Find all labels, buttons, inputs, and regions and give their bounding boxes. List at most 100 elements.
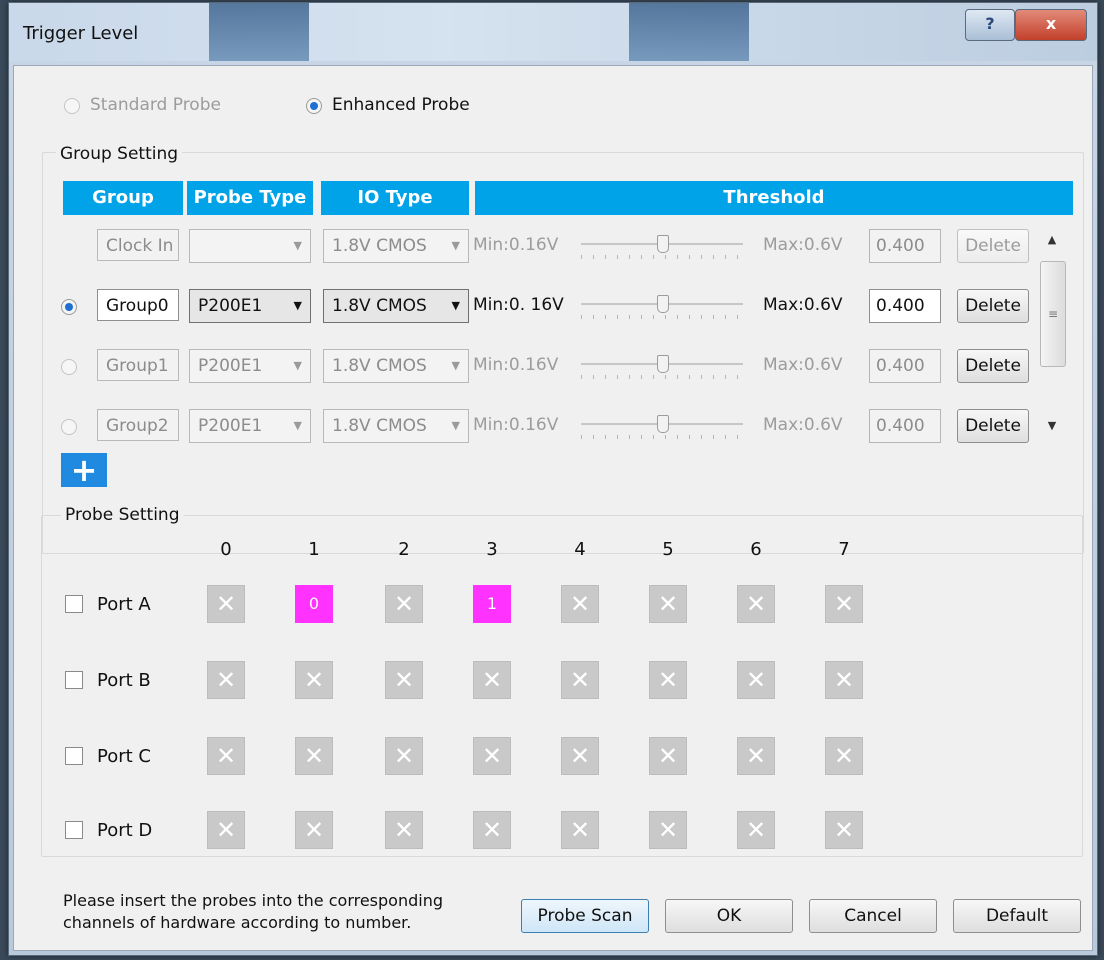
- channel-unassigned[interactable]: ✕: [207, 661, 245, 699]
- delete-group-button[interactable]: Delete: [957, 229, 1029, 263]
- titlebar-decoration: [629, 3, 749, 61]
- slider-thumb-wrap[interactable]: [657, 293, 669, 323]
- group-name-field[interactable]: Group1: [97, 349, 179, 381]
- channel-unassigned[interactable]: ✕: [473, 811, 511, 849]
- delete-group-button[interactable]: Delete: [957, 409, 1029, 443]
- slider-thumb-wrap[interactable]: [657, 233, 669, 263]
- io-type-select[interactable]: 1.8V CMOS ▼: [323, 289, 469, 323]
- close-button[interactable]: x: [1015, 9, 1087, 41]
- io-type-select[interactable]: 1.8V CMOS ▼: [323, 229, 469, 263]
- port-label: Port D: [97, 820, 153, 841]
- group-scrollbar[interactable]: ▲ ≡ ▼: [1037, 231, 1067, 441]
- channel-unassigned[interactable]: ✕: [207, 737, 245, 775]
- io-type-select[interactable]: 1.8V CMOS ▼: [323, 349, 469, 383]
- channel-unassigned[interactable]: ✕: [649, 661, 687, 699]
- channel-unassigned[interactable]: ✕: [295, 737, 333, 775]
- slider-thumb[interactable]: [657, 295, 669, 313]
- threshold-value-input[interactable]: 0.400: [869, 229, 941, 263]
- channel-column-number: 1: [308, 539, 320, 560]
- enhanced-probe-label: Enhanced Probe: [332, 95, 470, 115]
- threshold-value-input[interactable]: 0.400: [869, 349, 941, 383]
- channel-unassigned[interactable]: ✕: [825, 737, 863, 775]
- scrollbar-thumb[interactable]: ≡: [1040, 261, 1066, 367]
- channel-unassigned[interactable]: ✕: [825, 585, 863, 623]
- threshold-value-input[interactable]: 0.400: [869, 289, 941, 323]
- probe-type-select[interactable]: P200E1 ▼: [189, 289, 311, 323]
- channel-unassigned[interactable]: ✕: [207, 585, 245, 623]
- delete-group-button[interactable]: Delete: [957, 289, 1029, 323]
- threshold-min-label: Min:0.16V: [473, 235, 559, 255]
- chevron-down-icon: ▼: [451, 239, 460, 252]
- group-name-field[interactable]: Group0: [97, 289, 179, 321]
- trigger-level-dialog: Trigger Level ? x Standard Probe Enhance…: [8, 2, 1098, 956]
- chevron-down-icon: ▼: [293, 419, 302, 432]
- probe-type-value: P200E1: [198, 296, 263, 316]
- delete-group-button[interactable]: Delete: [957, 349, 1029, 383]
- channel-unassigned[interactable]: ✕: [385, 737, 423, 775]
- channel-assigned[interactable]: 1: [473, 585, 511, 623]
- channel-unassigned[interactable]: ✕: [737, 737, 775, 775]
- channel-unassigned[interactable]: ✕: [825, 811, 863, 849]
- channel-unassigned[interactable]: ✕: [295, 661, 333, 699]
- channel-unassigned[interactable]: ✕: [385, 585, 423, 623]
- scroll-down-icon[interactable]: ▼: [1037, 419, 1067, 432]
- channel-unassigned[interactable]: ✕: [649, 737, 687, 775]
- group-select-radio[interactable]: [61, 419, 77, 435]
- slider-thumb[interactable]: [657, 355, 669, 373]
- probe-type-select[interactable]: P200E1 ▼: [189, 349, 311, 383]
- probe-scan-button[interactable]: Probe Scan: [521, 899, 649, 933]
- channel-unassigned[interactable]: ✕: [825, 661, 863, 699]
- threshold-max-label: Max:0.6V: [763, 235, 843, 255]
- channel-unassigned[interactable]: ✕: [207, 811, 245, 849]
- channel-unassigned[interactable]: ✕: [385, 811, 423, 849]
- group-name-field[interactable]: Clock In: [97, 229, 179, 261]
- slider-thumb[interactable]: [657, 415, 669, 433]
- channel-unassigned[interactable]: ✕: [473, 737, 511, 775]
- channel-unassigned[interactable]: ✕: [737, 661, 775, 699]
- threshold-value-input[interactable]: 0.400: [869, 409, 941, 443]
- cancel-button[interactable]: Cancel: [809, 899, 937, 933]
- probe-type-select[interactable]: P200E1 ▼: [189, 409, 311, 443]
- enhanced-probe-radio[interactable]: [306, 98, 322, 114]
- chevron-down-icon: ▼: [293, 299, 302, 312]
- group-select-radio[interactable]: [61, 359, 77, 375]
- channel-unassigned[interactable]: ✕: [561, 737, 599, 775]
- port-label: Port B: [97, 670, 151, 691]
- channel-unassigned[interactable]: ✕: [737, 585, 775, 623]
- slider-thumb-wrap[interactable]: [657, 413, 669, 443]
- channel-unassigned[interactable]: ✕: [385, 661, 423, 699]
- instruction-text-line1: Please insert the probes into the corres…: [63, 891, 443, 910]
- slider-thumb-wrap[interactable]: [657, 353, 669, 383]
- channel-column-number: 3: [486, 539, 498, 560]
- port-checkbox[interactable]: [65, 595, 83, 613]
- standard-probe-label: Standard Probe: [90, 95, 221, 115]
- probe-type-value: P200E1: [198, 356, 263, 376]
- add-group-button[interactable]: +: [61, 453, 107, 487]
- port-checkbox[interactable]: [65, 671, 83, 689]
- channel-unassigned[interactable]: ✕: [649, 585, 687, 623]
- group-name-field[interactable]: Group2: [97, 409, 179, 441]
- channel-unassigned[interactable]: ✕: [295, 811, 333, 849]
- io-type-select[interactable]: 1.8V CMOS ▼: [323, 409, 469, 443]
- title-bar[interactable]: Trigger Level ? x: [9, 3, 1097, 61]
- standard-probe-radio[interactable]: [64, 98, 80, 114]
- default-button[interactable]: Default: [953, 899, 1081, 933]
- port-checkbox[interactable]: [65, 821, 83, 839]
- slider-thumb[interactable]: [657, 235, 669, 253]
- channel-assigned[interactable]: 0: [295, 585, 333, 623]
- group-select-radio[interactable]: [61, 299, 77, 315]
- threshold-max-label: Max:0.6V: [763, 295, 843, 315]
- channel-column-number: 6: [750, 539, 762, 560]
- channel-unassigned[interactable]: ✕: [649, 811, 687, 849]
- probe-type-select[interactable]: ▼: [189, 229, 311, 263]
- channel-unassigned[interactable]: ✕: [737, 811, 775, 849]
- ok-button[interactable]: OK: [665, 899, 793, 933]
- scroll-up-icon[interactable]: ▲: [1037, 233, 1067, 246]
- channel-unassigned[interactable]: ✕: [561, 585, 599, 623]
- help-button[interactable]: ?: [965, 9, 1015, 41]
- channel-unassigned[interactable]: ✕: [473, 661, 511, 699]
- port-checkbox[interactable]: [65, 747, 83, 765]
- channel-unassigned[interactable]: ✕: [561, 661, 599, 699]
- window-title: Trigger Level: [23, 23, 139, 44]
- channel-unassigned[interactable]: ✕: [561, 811, 599, 849]
